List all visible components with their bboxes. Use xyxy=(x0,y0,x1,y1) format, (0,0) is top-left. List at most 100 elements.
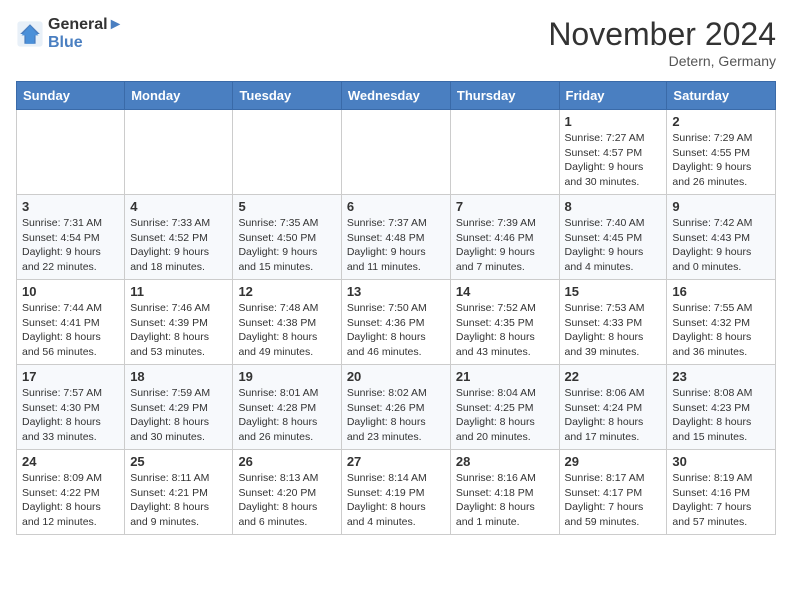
calendar-day-cell: 30Sunrise: 8:19 AM Sunset: 4:16 PM Dayli… xyxy=(667,450,776,535)
day-number: 7 xyxy=(456,199,554,214)
day-number: 27 xyxy=(347,454,445,469)
day-number: 17 xyxy=(22,369,119,384)
day-number: 24 xyxy=(22,454,119,469)
calendar-week-row: 24 Sunrise: 8:09 AM Sunset: 4:22 PM Dayli… xyxy=(17,450,776,535)
calendar-day-cell: 25 Sunrise: 8:11 AM Sunset: 4:21 PM Dayli… xyxy=(125,450,233,535)
weekday-header: Wednesday xyxy=(341,82,450,110)
day-info: Sunrise: 7:46 AM Sunset: 4:39 PM Dayligh… xyxy=(130,301,227,360)
day-info: Sunrise: 7:50 AM Sunset: 4:36 PM Dayligh… xyxy=(347,301,445,360)
calendar-day-cell: 15 Sunrise: 7:53 AM Sunset: 4:33 PM Dayli… xyxy=(559,280,667,365)
day-info: Sunrise: 7:35 AM Sunset: 4:50 PM Dayligh… xyxy=(238,216,335,275)
calendar-day-cell: 20Sunrise: 8:02 AM Sunset: 4:26 PM Dayli… xyxy=(341,365,450,450)
day-number: 18 xyxy=(130,369,227,384)
weekday-header: Thursday xyxy=(450,82,559,110)
calendar-day-cell: 7 Sunrise: 7:39 AM Sunset: 4:46 PM Daylig… xyxy=(450,195,559,280)
calendar-day-cell: 17 Sunrise: 7:57 AM Sunset: 4:30 PM Dayli… xyxy=(17,365,125,450)
day-info: Sunrise: 8:13 AM Sunset: 4:20 PM Dayligh… xyxy=(238,471,335,530)
calendar-day-cell: 13 Sunrise: 7:50 AM Sunset: 4:36 PM Dayli… xyxy=(341,280,450,365)
weekday-header: Sunday xyxy=(17,82,125,110)
calendar-day-cell xyxy=(125,110,233,195)
calendar-day-cell: 11 Sunrise: 7:46 AM Sunset: 4:39 PM Dayli… xyxy=(125,280,233,365)
day-info: Sunrise: 7:53 AM Sunset: 4:33 PM Dayligh… xyxy=(565,301,662,360)
day-info: Sunrise: 8:04 AM Sunset: 4:25 PM Dayligh… xyxy=(456,386,554,445)
calendar-week-row: 3Sunrise: 7:31 AM Sunset: 4:54 PM Daylig… xyxy=(17,195,776,280)
page-header: General► Blue November 2024 Detern, Germ… xyxy=(16,16,776,69)
logo: General► Blue xyxy=(16,16,123,52)
calendar-day-cell: 29 Sunrise: 8:17 AM Sunset: 4:17 PM Dayli… xyxy=(559,450,667,535)
day-number: 29 xyxy=(565,454,662,469)
calendar-week-row: 10Sunrise: 7:44 AM Sunset: 4:41 PM Dayli… xyxy=(17,280,776,365)
calendar-day-cell: 22 Sunrise: 8:06 AM Sunset: 4:24 PM Dayli… xyxy=(559,365,667,450)
weekday-header: Tuesday xyxy=(233,82,341,110)
day-info: Sunrise: 7:52 AM Sunset: 4:35 PM Dayligh… xyxy=(456,301,554,360)
day-info: Sunrise: 7:48 AM Sunset: 4:38 PM Dayligh… xyxy=(238,301,335,360)
calendar-day-cell: 21 Sunrise: 8:04 AM Sunset: 4:25 PM Dayli… xyxy=(450,365,559,450)
calendar-day-cell: 2 Sunrise: 7:29 AM Sunset: 4:55 PM Daylig… xyxy=(667,110,776,195)
day-number: 13 xyxy=(347,284,445,299)
day-info: Sunrise: 7:29 AM Sunset: 4:55 PM Dayligh… xyxy=(672,131,770,190)
day-info: Sunrise: 8:14 AM Sunset: 4:19 PM Dayligh… xyxy=(347,471,445,530)
calendar-day-cell: 24 Sunrise: 8:09 AM Sunset: 4:22 PM Dayli… xyxy=(17,450,125,535)
calendar-day-cell: 9Sunrise: 7:42 AM Sunset: 4:43 PM Daylig… xyxy=(667,195,776,280)
day-info: Sunrise: 7:44 AM Sunset: 4:41 PM Dayligh… xyxy=(22,301,119,360)
month-title: November 2024 xyxy=(548,16,776,53)
weekday-header: Saturday xyxy=(667,82,776,110)
day-info: Sunrise: 7:55 AM Sunset: 4:32 PM Dayligh… xyxy=(672,301,770,360)
day-info: Sunrise: 7:42 AM Sunset: 4:43 PM Dayligh… xyxy=(672,216,770,275)
day-number: 2 xyxy=(672,114,770,129)
day-number: 20 xyxy=(347,369,445,384)
calendar-day-cell: 12 Sunrise: 7:48 AM Sunset: 4:38 PM Dayli… xyxy=(233,280,341,365)
day-number: 12 xyxy=(238,284,335,299)
day-info: Sunrise: 8:01 AM Sunset: 4:28 PM Dayligh… xyxy=(238,386,335,445)
calendar-week-row: 1 Sunrise: 7:27 AM Sunset: 4:57 PM Daylig… xyxy=(17,110,776,195)
day-number: 11 xyxy=(130,284,227,299)
day-info: Sunrise: 8:19 AM Sunset: 4:16 PM Dayligh… xyxy=(672,471,770,530)
calendar-day-cell: 14 Sunrise: 7:52 AM Sunset: 4:35 PM Dayli… xyxy=(450,280,559,365)
day-number: 28 xyxy=(456,454,554,469)
day-info: Sunrise: 7:59 AM Sunset: 4:29 PM Dayligh… xyxy=(130,386,227,445)
day-info: Sunrise: 8:06 AM Sunset: 4:24 PM Dayligh… xyxy=(565,386,662,445)
day-info: Sunrise: 7:40 AM Sunset: 4:45 PM Dayligh… xyxy=(565,216,662,275)
weekday-header: Friday xyxy=(559,82,667,110)
calendar-day-cell xyxy=(17,110,125,195)
day-number: 16 xyxy=(672,284,770,299)
day-number: 23 xyxy=(672,369,770,384)
day-info: Sunrise: 8:09 AM Sunset: 4:22 PM Dayligh… xyxy=(22,471,119,530)
weekday-header-row: SundayMondayTuesdayWednesdayThursdayFrid… xyxy=(17,82,776,110)
day-number: 26 xyxy=(238,454,335,469)
day-info: Sunrise: 7:57 AM Sunset: 4:30 PM Dayligh… xyxy=(22,386,119,445)
calendar-day-cell xyxy=(450,110,559,195)
weekday-header: Monday xyxy=(125,82,233,110)
calendar-day-cell: 16 Sunrise: 7:55 AM Sunset: 4:32 PM Dayli… xyxy=(667,280,776,365)
calendar-day-cell: 6Sunrise: 7:37 AM Sunset: 4:48 PM Daylig… xyxy=(341,195,450,280)
day-number: 19 xyxy=(238,369,335,384)
day-info: Sunrise: 8:17 AM Sunset: 4:17 PM Dayligh… xyxy=(565,471,662,530)
day-number: 1 xyxy=(565,114,662,129)
day-number: 21 xyxy=(456,369,554,384)
calendar-day-cell xyxy=(233,110,341,195)
day-number: 14 xyxy=(456,284,554,299)
day-number: 15 xyxy=(565,284,662,299)
day-number: 8 xyxy=(565,199,662,214)
day-number: 22 xyxy=(565,369,662,384)
day-info: Sunrise: 7:39 AM Sunset: 4:46 PM Dayligh… xyxy=(456,216,554,275)
day-number: 25 xyxy=(130,454,227,469)
calendar-day-cell: 28 Sunrise: 8:16 AM Sunset: 4:18 PM Dayli… xyxy=(450,450,559,535)
day-number: 4 xyxy=(130,199,227,214)
title-block: November 2024 Detern, Germany xyxy=(548,16,776,69)
calendar-day-cell: 19 Sunrise: 8:01 AM Sunset: 4:28 PM Dayli… xyxy=(233,365,341,450)
location: Detern, Germany xyxy=(548,53,776,69)
day-info: Sunrise: 8:08 AM Sunset: 4:23 PM Dayligh… xyxy=(672,386,770,445)
calendar-week-row: 17 Sunrise: 7:57 AM Sunset: 4:30 PM Dayli… xyxy=(17,365,776,450)
calendar-day-cell: 4 Sunrise: 7:33 AM Sunset: 4:52 PM Daylig… xyxy=(125,195,233,280)
calendar-day-cell: 3Sunrise: 7:31 AM Sunset: 4:54 PM Daylig… xyxy=(17,195,125,280)
calendar-day-cell: 18 Sunrise: 7:59 AM Sunset: 4:29 PM Dayli… xyxy=(125,365,233,450)
logo-text: General► Blue xyxy=(48,16,123,52)
day-info: Sunrise: 8:16 AM Sunset: 4:18 PM Dayligh… xyxy=(456,471,554,530)
calendar-day-cell: 26 Sunrise: 8:13 AM Sunset: 4:20 PM Dayli… xyxy=(233,450,341,535)
logo-icon xyxy=(16,20,44,48)
day-info: Sunrise: 7:33 AM Sunset: 4:52 PM Dayligh… xyxy=(130,216,227,275)
day-info: Sunrise: 7:31 AM Sunset: 4:54 PM Dayligh… xyxy=(22,216,119,275)
day-info: Sunrise: 7:27 AM Sunset: 4:57 PM Dayligh… xyxy=(565,131,662,190)
day-info: Sunrise: 8:11 AM Sunset: 4:21 PM Dayligh… xyxy=(130,471,227,530)
